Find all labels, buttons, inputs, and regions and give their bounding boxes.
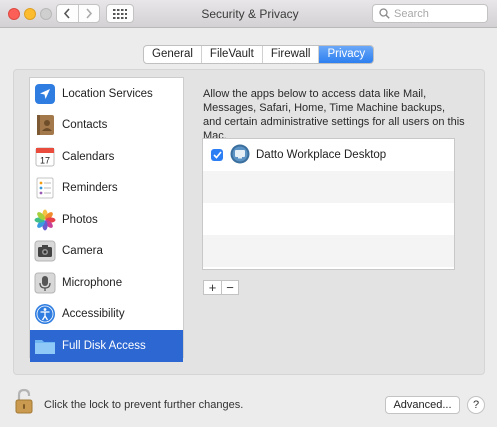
advanced-button[interactable]: Advanced...: [385, 396, 460, 414]
zoom-window-button[interactable]: [40, 8, 52, 20]
tab-filevault[interactable]: FileVault: [200, 46, 262, 63]
accessibility-icon: [33, 302, 57, 326]
unlocked-padlock-icon: [15, 388, 33, 414]
app-name: Datto Workplace Desktop: [256, 149, 387, 161]
sidebar-item-label: Reminders: [62, 182, 118, 195]
window-title: Security & Privacy: [201, 7, 299, 21]
sidebar-item-label: Calendars: [62, 150, 115, 163]
camera-icon: [33, 239, 57, 263]
help-button[interactable]: ?: [467, 396, 485, 414]
navigation-buttons: [56, 4, 100, 23]
sidebar-item-label: Full Disk Access: [62, 339, 146, 352]
sidebar-item-accessibility[interactable]: Accessibility: [30, 299, 183, 331]
sidebar-item-location-services[interactable]: Location Services: [30, 78, 183, 110]
sidebar-item-camera[interactable]: Camera: [30, 236, 183, 268]
empty-row: [203, 171, 454, 203]
reminders-list-icon: [33, 176, 57, 200]
search-icon: [379, 8, 390, 19]
sidebar-item-label: Location Services: [62, 87, 153, 100]
sidebar-item-photos[interactable]: Photos: [30, 204, 183, 236]
sidebar-item-label: Camera: [62, 245, 103, 258]
sidebar-item-label: Photos: [62, 213, 98, 226]
photos-flower-icon: [33, 208, 57, 232]
minimize-window-button[interactable]: [24, 8, 36, 20]
app-list: Datto Workplace Desktop: [202, 138, 455, 270]
tab-privacy[interactable]: Privacy: [318, 46, 374, 63]
app-checkbox[interactable]: [211, 149, 223, 161]
checkmark-icon: [212, 151, 222, 159]
search-field[interactable]: [372, 4, 488, 23]
back-button[interactable]: [57, 5, 78, 22]
sidebar-item-label: Microphone: [62, 276, 123, 289]
preference-tabs: General FileVault Firewall Privacy: [143, 45, 375, 64]
privacy-category-list: Location Services Contacts 17 Calendars …: [29, 77, 184, 362]
tab-firewall[interactable]: Firewall: [261, 46, 319, 63]
datto-app-icon: [230, 144, 250, 167]
sidebar-item-microphone[interactable]: Microphone: [30, 267, 183, 299]
permission-description: Allow the apps below to access data like…: [203, 88, 465, 142]
sidebar-item-label: Contacts: [62, 119, 108, 132]
show-all-button[interactable]: [106, 4, 134, 23]
calendar-day-label: 17: [40, 155, 50, 165]
search-input[interactable]: [394, 7, 484, 20]
list-item[interactable]: Datto Workplace Desktop: [203, 139, 454, 171]
folder-icon: [33, 334, 57, 358]
location-arrow-icon: [33, 82, 57, 106]
lock-button[interactable]: [14, 388, 36, 415]
forward-button[interactable]: [77, 5, 100, 22]
security-privacy-window: Security & Privacy General FileVault Fir…: [0, 0, 497, 427]
close-window-button[interactable]: [8, 8, 20, 20]
chevron-right-icon: [86, 8, 92, 19]
remove-app-button[interactable]: −: [221, 281, 238, 294]
lock-status-text: Click the lock to prevent further change…: [44, 399, 244, 411]
calendar-icon: 17: [33, 145, 57, 169]
sidebar-item-calendars[interactable]: 17 Calendars: [30, 141, 183, 173]
title-bar: Security & Privacy: [0, 0, 497, 28]
contacts-book-icon: [33, 113, 57, 137]
add-remove-control: + −: [203, 280, 239, 295]
sidebar-item-contacts[interactable]: Contacts: [30, 110, 183, 142]
chevron-left-icon: [64, 8, 70, 19]
grid-icon: [113, 8, 127, 19]
empty-row: [203, 203, 454, 235]
empty-row: [203, 235, 454, 267]
add-app-button[interactable]: +: [204, 281, 221, 294]
full-disk-access-detail: Allow the apps below to access data like…: [190, 77, 467, 358]
sidebar-item-full-disk-access[interactable]: Full Disk Access: [30, 330, 183, 362]
tab-general[interactable]: General: [144, 46, 201, 63]
microphone-icon: [33, 271, 57, 295]
sidebar-item-label: Accessibility: [62, 308, 125, 321]
sidebar-item-reminders[interactable]: Reminders: [30, 173, 183, 205]
